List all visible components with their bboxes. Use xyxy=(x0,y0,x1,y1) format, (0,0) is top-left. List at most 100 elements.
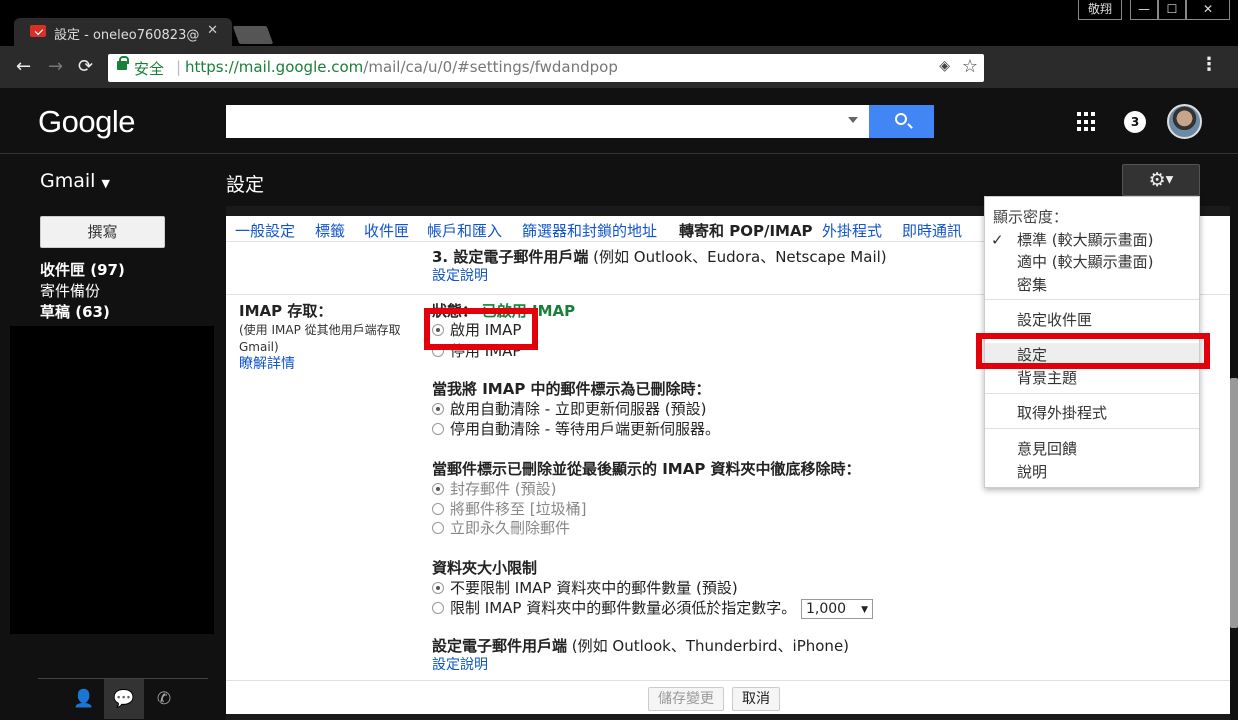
avatar[interactable] xyxy=(1167,104,1202,139)
tab-general[interactable]: 一般設定 xyxy=(235,220,295,241)
reload-icon[interactable]: ⟳ xyxy=(78,56,93,77)
forward-icon[interactable]: → xyxy=(48,56,63,77)
checkmark-icon: ✓ xyxy=(991,231,1004,249)
browser-tab[interactable]: 設定 - oneleo760823@ ✕ xyxy=(14,18,232,46)
imap-learn-more-link[interactable]: 瞭解詳情 xyxy=(239,353,295,373)
settings-footer: 儲存變更 取消 xyxy=(226,680,1230,714)
browser-menu-icon[interactable]: ⋮ xyxy=(1200,54,1218,75)
apps-grid-icon[interactable] xyxy=(1077,112,1097,132)
tab-close-icon[interactable]: ✕ xyxy=(207,23,218,38)
address-bar: ← → ⟳ 安全 | https://mail.google.com/mail/… xyxy=(0,46,1238,88)
menu-help[interactable]: 說明 xyxy=(1017,461,1047,482)
google-logo[interactable]: Google xyxy=(38,104,135,140)
hangouts-panel xyxy=(10,326,214,634)
gmail-switcher[interactable]: Gmail ▼ xyxy=(40,170,110,192)
no-limit-radio[interactable] xyxy=(432,582,444,594)
delete-header: 當我將 IMAP 中的郵件標示為已刪除時： xyxy=(432,380,711,398)
new-tab-button[interactable] xyxy=(232,26,274,44)
secure-label: 安全 xyxy=(134,60,165,78)
pop-step3: 3. 設定電子郵件用戶端 (例如 Outlook、Eudora、Netscape… xyxy=(432,248,887,266)
gmail-header: Google xyxy=(0,88,1238,154)
pop-help-link[interactable]: 設定說明 xyxy=(432,265,488,285)
menu-get-addons[interactable]: 取得外掛程式 xyxy=(1017,402,1107,423)
no-limit-option[interactable]: 不要限制 IMAP 資料夾中的郵件數量 (預設) xyxy=(432,577,738,598)
delete-forever-option[interactable]: 立即永久刪除郵件 xyxy=(432,517,570,538)
menu-divider xyxy=(985,299,1199,300)
density-comfortable[interactable]: 標準 (較大顯示畫面) xyxy=(1017,229,1153,250)
imap-title: IMAP 存取： xyxy=(239,302,333,320)
sidebar-item-drafts[interactable]: 草稿 (63) xyxy=(40,301,110,322)
notifications-badge[interactable]: 3 xyxy=(1124,111,1146,133)
limit-select[interactable]: 1,000 xyxy=(801,598,873,619)
tab-accounts[interactable]: 帳戶和匯入 xyxy=(427,220,502,241)
limit-option[interactable]: 限制 IMAP 資料夾中的郵件數量必須低於指定數字。 1,000 xyxy=(432,597,873,619)
gear-icon: ⚙ xyxy=(1148,169,1166,191)
archive-radio[interactable] xyxy=(432,483,444,495)
tab-inbox[interactable]: 收件匣 xyxy=(364,220,409,241)
bookmark-star-icon[interactable]: ☆ xyxy=(962,56,978,77)
expunge-header: 當郵件標示已刪除並從最後顯示的 IMAP 資料夾中徹底移除時： xyxy=(432,460,861,478)
window-controls: 敬翔 — ☐ ✕ xyxy=(1078,0,1230,22)
page-title: 設定 xyxy=(226,174,265,196)
search-options-icon[interactable] xyxy=(848,117,858,123)
search-input[interactable] xyxy=(226,105,934,138)
search-button[interactable] xyxy=(869,105,934,138)
tab-filters[interactable]: 篩選器和封鎖的地址 xyxy=(522,220,657,241)
auto-expunge-on-radio[interactable] xyxy=(432,403,444,415)
minimize-button[interactable]: — xyxy=(1130,0,1158,20)
back-icon[interactable]: ← xyxy=(16,56,31,77)
settings-gear-button[interactable]: ⚙▼ xyxy=(1122,164,1200,196)
browser-titlebar: 設定 - oneleo760823@ ✕ 敬翔 — ☐ ✕ xyxy=(0,0,1238,46)
sidebar-item-inbox[interactable]: 收件匣 (97) xyxy=(40,259,125,280)
delete-forever-radio[interactable] xyxy=(432,522,444,534)
menu-divider xyxy=(985,393,1199,394)
menu-feedback[interactable]: 意見回饋 xyxy=(1017,438,1077,459)
gmail-favicon-icon xyxy=(30,25,46,37)
maximize-button[interactable]: ☐ xyxy=(1158,0,1186,20)
url-input[interactable]: 安全 | https://mail.google.com/mail/ca/u/0… xyxy=(108,54,984,82)
hangouts-icon[interactable]: 💬 xyxy=(104,679,144,719)
lock-icon xyxy=(117,56,129,70)
density-header: 顯示密度： xyxy=(993,208,1069,226)
menu-configure-inbox[interactable]: 設定收件匣 xyxy=(1017,309,1092,330)
search-icon xyxy=(895,113,907,125)
annotation-settings-menu xyxy=(976,333,1210,369)
auto-expunge-off-option[interactable]: 停用自動清除 - 等待用戶端更新伺服器。 xyxy=(432,418,720,439)
auto-expunge-on-option[interactable]: 啟用自動清除 - 立即更新伺服器 (預設) xyxy=(432,398,706,419)
window-close-button[interactable]: ✕ xyxy=(1186,0,1230,20)
tab-addons[interactable]: 外掛程式 xyxy=(822,220,882,241)
auto-expunge-off-radio[interactable] xyxy=(432,423,444,435)
url-text: https://mail.google.com/mail/ca/u/0/#set… xyxy=(185,58,618,76)
hangouts-toolbar: 👤 💬 ✆ xyxy=(38,678,208,719)
scrollbar-thumb[interactable] xyxy=(1230,378,1238,628)
density-compact[interactable]: 密集 xyxy=(1017,274,1047,295)
annotation-enable-imap xyxy=(424,308,538,350)
content-setting-icon[interactable]: ◈ xyxy=(939,58,950,74)
person-icon[interactable]: 👤 xyxy=(64,679,104,719)
url-separator: | xyxy=(176,58,182,76)
cancel-button[interactable]: 取消 xyxy=(732,687,780,711)
client-help-link[interactable]: 設定說明 xyxy=(432,654,488,674)
client-setup: 設定電子郵件用戶端 (例如 Outlook、Thunderbird、iPhone… xyxy=(432,637,850,655)
compose-button[interactable]: 撰寫 xyxy=(40,216,165,248)
archive-option[interactable]: 封存郵件 (預設) xyxy=(432,478,556,499)
phone-icon[interactable]: ✆ xyxy=(144,679,184,719)
sidebar-item-sent[interactable]: 寄件備份 xyxy=(40,280,100,301)
chevron-down-icon: ▼ xyxy=(101,177,110,190)
settings-tabs: 一般設定 標籤 收件匣 帳戶和匯入 篩選器和封鎖的地址 轉寄和 POP/IMAP… xyxy=(226,216,986,242)
profile-button[interactable]: 敬翔 xyxy=(1078,0,1122,20)
limit-radio[interactable] xyxy=(432,602,444,614)
tab-chat[interactable]: 即時通訊 xyxy=(902,220,962,241)
imap-desc: (使用 IMAP 從其他用戶端存取 Gmail) xyxy=(239,323,401,354)
menu-divider xyxy=(985,428,1199,429)
menu-themes[interactable]: 背景主題 xyxy=(1017,367,1077,388)
move-trash-radio[interactable] xyxy=(432,503,444,515)
chevron-down-icon: ▼ xyxy=(1165,174,1174,186)
save-button[interactable]: 儲存變更 xyxy=(648,687,724,711)
left-sidebar: 撰寫 收件匣 (97) 寄件備份 草稿 (63) 👤 💬 ✆ xyxy=(0,206,226,720)
move-trash-option[interactable]: 將郵件移至 [垃圾桶] xyxy=(432,498,586,519)
folder-limit-header: 資料夾大小限制 xyxy=(432,559,538,577)
tab-labels[interactable]: 標籤 xyxy=(315,220,345,241)
density-cozy[interactable]: 適中 (較大顯示畫面) xyxy=(1017,251,1153,272)
tab-forwarding-pop-imap[interactable]: 轉寄和 POP/IMAP xyxy=(679,220,813,241)
